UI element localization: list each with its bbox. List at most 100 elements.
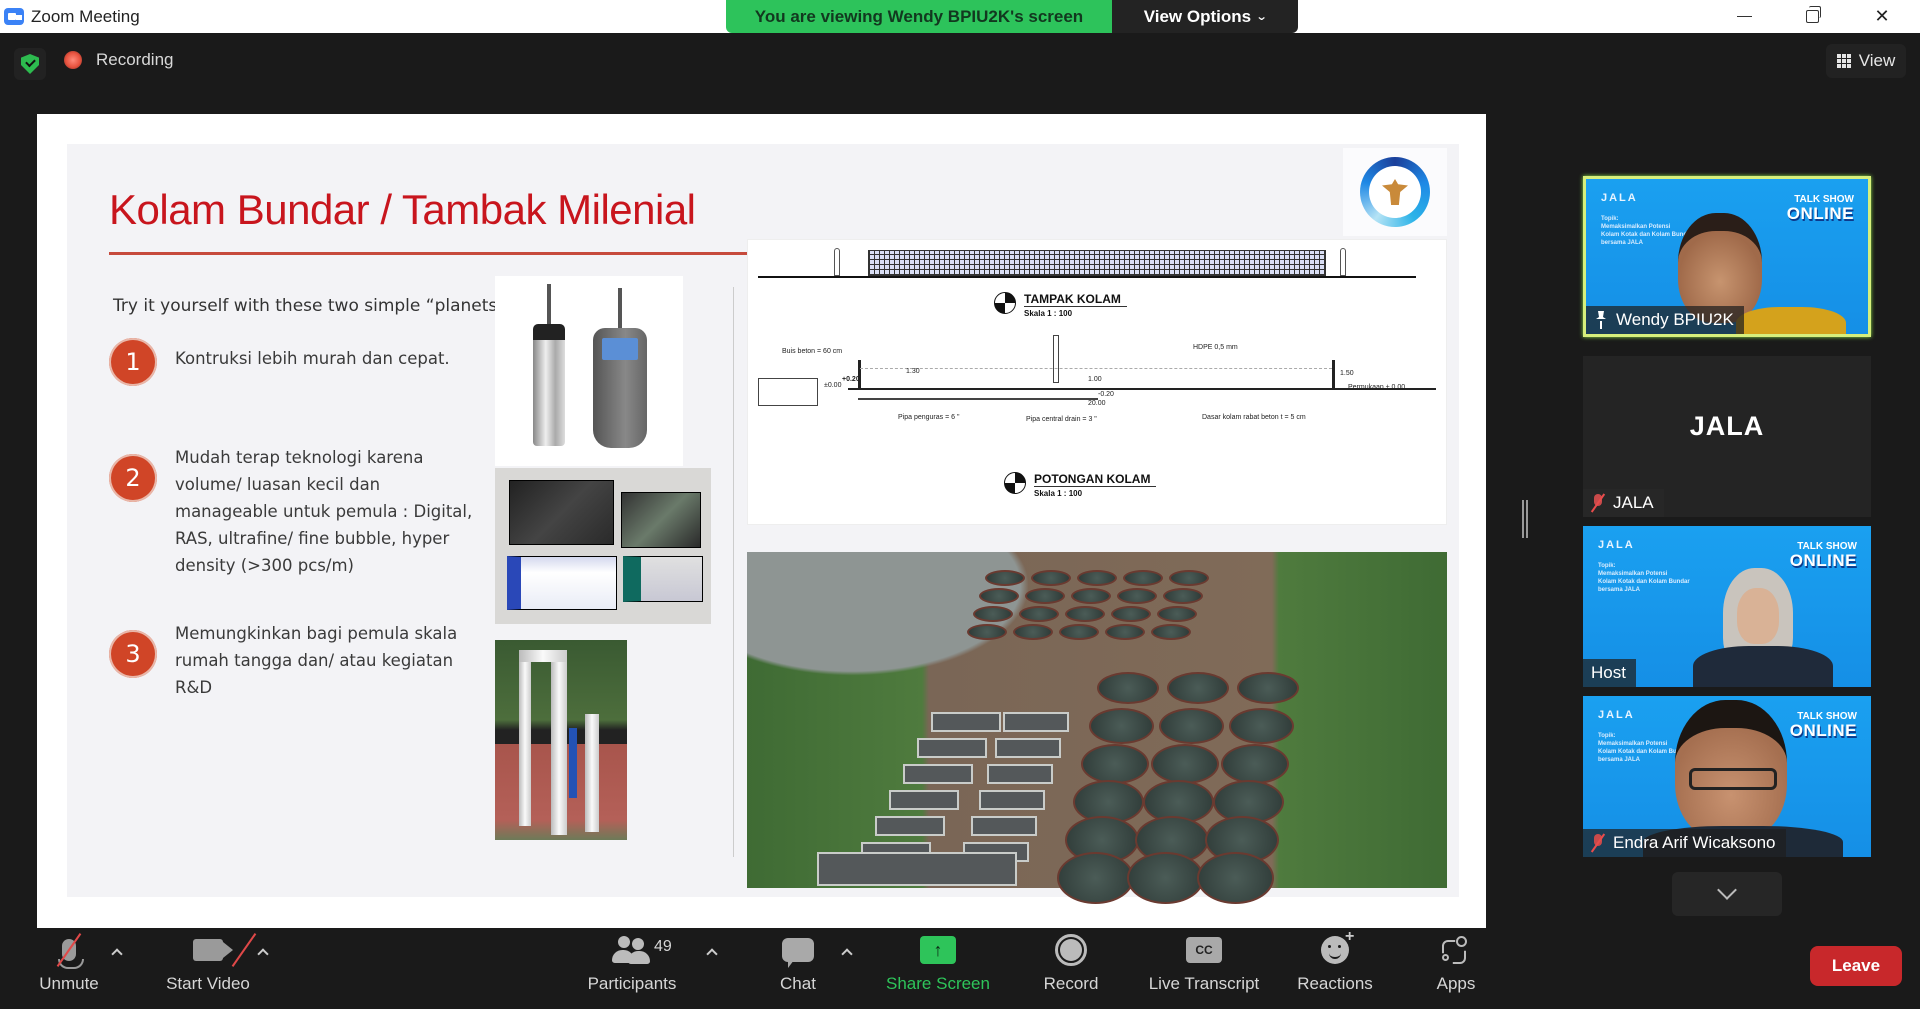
minimize-button[interactable]	[1714, 0, 1774, 33]
round-pond	[1031, 570, 1071, 586]
chevron-down-icon: ⌄	[1255, 11, 1268, 23]
minimize-icon	[1736, 16, 1752, 17]
round-pond	[1081, 744, 1149, 784]
round-pond	[1151, 624, 1191, 640]
rect-pond	[875, 816, 945, 836]
point-text: Mudah terap teknologi karena volume/ lua…	[175, 448, 473, 575]
round-pond	[1221, 744, 1289, 784]
slide-title: Kolam Bundar / Tambak Milenial	[109, 186, 696, 233]
live-transcript-button[interactable]: CC Live Transcript	[1140, 928, 1268, 1009]
rect-pond	[971, 816, 1037, 836]
participant-tile-host[interactable]: JALA Topik: Memaksimalkan Potensi Kolam …	[1583, 526, 1871, 687]
panel-resize-handle[interactable]	[1522, 500, 1528, 538]
round-pond	[1197, 852, 1274, 904]
window-title: Zoom Meeting	[31, 7, 140, 26]
participant-tile-jala[interactable]: JALA JALA	[1583, 356, 1871, 517]
view-label: View	[1858, 51, 1896, 70]
share-screen-button[interactable]: ↑ Share Screen	[880, 928, 996, 1009]
round-pond	[1025, 588, 1065, 604]
rect-pond	[987, 764, 1053, 784]
section-marker-icon	[1004, 472, 1026, 494]
close-icon: ✕	[1874, 6, 1890, 26]
closed-captions-icon: CC	[1186, 937, 1222, 963]
round-pond	[985, 570, 1025, 586]
background-topic: Topik: Memaksimalkan Potensi Kolam Kotak…	[1598, 563, 1690, 593]
rect-pond	[1003, 712, 1069, 732]
slide-divider	[733, 287, 734, 857]
audio-options-caret[interactable]	[110, 946, 124, 960]
chevron-down-icon	[1717, 880, 1737, 900]
reactions-button[interactable]: + Reactions	[1290, 928, 1380, 1009]
recording-indicator[interactable]: Recording	[64, 50, 174, 70]
recording-dot-icon	[64, 51, 82, 69]
participant-name-tag: JALA	[1583, 489, 1664, 517]
video-camera-icon	[193, 939, 233, 961]
round-pond	[1229, 708, 1294, 744]
round-pond	[973, 606, 1013, 622]
point-number-badge: 3	[109, 630, 157, 678]
participants-options-caret[interactable]	[705, 946, 719, 960]
round-pond	[1237, 672, 1299, 704]
participant-tile-endra[interactable]: JALA Topik: Memaksimalkan Potensi Kolam …	[1583, 696, 1871, 857]
point-text: Kontruksi lebih murah dan cepat.	[175, 349, 450, 368]
rect-pond	[903, 764, 973, 784]
round-pond	[1059, 624, 1099, 640]
pin-icon	[1594, 311, 1608, 329]
round-pond	[1097, 672, 1159, 704]
share-screen-arrow-icon: ↑	[920, 936, 956, 964]
presentation-slide: Kolam Bundar / Tambak Milenial Try it yo…	[67, 144, 1459, 904]
apps-button[interactable]: Apps	[1426, 928, 1486, 1009]
monitoring-screens-photo	[495, 468, 711, 624]
rect-pond	[817, 852, 1017, 886]
shield-check-icon	[21, 54, 39, 74]
record-button[interactable]: Record	[1030, 928, 1112, 1009]
participant-name-tag: Host	[1583, 659, 1636, 687]
restore-icon	[1805, 6, 1821, 23]
viewing-screen-banner: You are viewing Wendy BPIU2K's screen	[726, 0, 1112, 33]
zoom-app-icon	[4, 8, 24, 25]
round-pond	[1167, 672, 1229, 704]
muted-mic-icon	[1591, 834, 1605, 852]
rect-pond	[995, 738, 1061, 758]
garuda-icon	[1382, 179, 1408, 205]
chat-options-caret[interactable]	[840, 946, 854, 960]
round-pond	[967, 624, 1007, 640]
view-layout-button[interactable]: View	[1826, 44, 1906, 78]
section-marker-icon	[994, 292, 1016, 314]
talkshow-badge: TALK SHOW ONLINE	[1786, 194, 1854, 223]
government-logo	[1343, 148, 1447, 236]
close-button[interactable]: ✕	[1852, 0, 1912, 33]
participant-name-tag: Endra Arif Wicaksono	[1583, 829, 1786, 857]
participant-name-tag: Wendy BPIU2K	[1586, 306, 1744, 334]
round-pond	[1117, 588, 1157, 604]
apps-icon	[1442, 936, 1470, 964]
round-pond	[1077, 570, 1117, 586]
participant-tile-wendy[interactable]: JALA Topik: Memaksimalkan Potensi Kolam …	[1583, 176, 1871, 337]
round-pond	[1111, 606, 1151, 622]
gallery-scroll-down-button[interactable]	[1672, 872, 1782, 916]
start-video-button[interactable]: Start Video	[156, 928, 260, 1009]
grid-icon	[1836, 54, 1851, 68]
view-options-button[interactable]: View Options ⌄	[1112, 0, 1298, 33]
restore-button[interactable]	[1782, 0, 1842, 33]
round-pond	[1163, 588, 1203, 604]
round-pond	[1071, 588, 1111, 604]
chat-button[interactable]: Chat	[766, 928, 830, 1009]
participants-icon: 49	[612, 936, 672, 964]
round-pond	[1169, 570, 1209, 586]
rect-pond	[917, 738, 987, 758]
record-icon	[1055, 934, 1087, 966]
rect-pond	[979, 790, 1045, 810]
round-pond	[1123, 570, 1163, 586]
unmute-button[interactable]: Unmute	[30, 928, 108, 1009]
round-pond	[1157, 606, 1197, 622]
round-pond	[1127, 852, 1204, 904]
video-options-caret[interactable]	[256, 946, 270, 960]
participants-button[interactable]: 49 Participants	[574, 928, 690, 1009]
chat-bubble-icon	[782, 938, 814, 968]
leave-meeting-button[interactable]: Leave	[1810, 946, 1902, 986]
pipe-installation-photo	[495, 640, 627, 840]
meeting-security-button[interactable]	[14, 48, 46, 80]
view-options-label: View Options	[1143, 6, 1252, 26]
pond-technical-drawing: TAMPAK KOLAM Skala 1 : 100 Buis beton = …	[747, 239, 1447, 525]
